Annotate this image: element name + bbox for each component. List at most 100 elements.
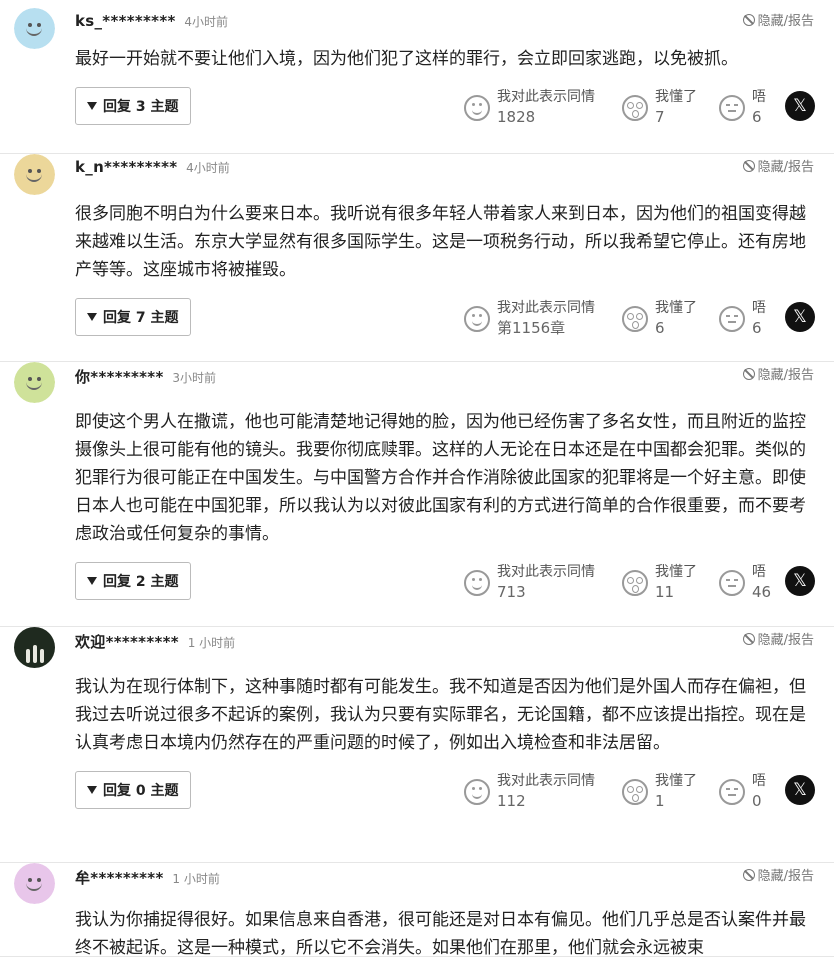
smile-icon [464, 570, 490, 596]
thinking-icon [719, 779, 745, 805]
hide-report-label: 隐藏/报告 [757, 160, 814, 175]
sympathy-reaction[interactable]: 我对此表示同情 713 [464, 562, 595, 602]
comment-header: k_n********* 4小时前 [75, 158, 230, 176]
username[interactable]: 牟********* [75, 869, 164, 887]
comment-actions: 回复 7 主题 我对此表示同情 第1156章 我懂了 6 唔6 𝕏 [0, 298, 834, 346]
surprised-icon [622, 95, 648, 121]
sympathy-reaction[interactable]: 我对此表示同情 112 [464, 771, 595, 811]
x-share-icon[interactable]: 𝕏 [785, 91, 815, 121]
timestamp: 1 小时前 [172, 872, 220, 886]
sympathy-reaction[interactable]: 我对此表示同情 第1156章 [464, 298, 595, 338]
sympathy-label: 我对此表示同情 [497, 773, 595, 789]
reply-label: 回复 3 主题 [103, 99, 179, 115]
understand-label: 我懂了 [655, 300, 697, 316]
understand-reaction[interactable]: 我懂了 11 [622, 562, 697, 602]
reply-label: 回复 0 主题 [103, 783, 179, 799]
sympathy-count: 第1156章 [497, 319, 566, 337]
surprised-icon [622, 779, 648, 805]
caret-down-icon [87, 577, 97, 585]
reply-thread-button[interactable]: 回复 0 主题 [75, 771, 191, 809]
hide-report-link[interactable]: 隐藏/报告 [742, 865, 814, 884]
comment-item: ks_********* 4小时前 隐藏/报告 最好一开始就不要让他们入境，因为… [0, 0, 834, 154]
understand-label: 我懂了 [655, 564, 697, 580]
surprised-icon [622, 570, 648, 596]
hmm-reaction[interactable]: 唔0 [719, 771, 766, 811]
username[interactable]: k_n********* [75, 158, 177, 176]
understand-reaction[interactable]: 我懂了 7 [622, 87, 697, 127]
hide-report-label: 隐藏/报告 [757, 368, 814, 383]
understand-reaction[interactable]: 我懂了 6 [622, 298, 697, 338]
hide-report-label: 隐藏/报告 [757, 633, 814, 648]
understand-count: 7 [655, 108, 665, 126]
comment-actions: 回复 0 主题 我对此表示同情 112 我懂了 1 唔0 𝕏 [0, 771, 834, 819]
comment-header: 你********* 3小时前 [75, 366, 216, 387]
avatar[interactable] [14, 863, 55, 904]
comment-item: 欢迎********* 1 小时前 隐藏/报告 我认为在现行体制下，这种事随时都… [0, 619, 834, 863]
understand-label: 我懂了 [655, 773, 697, 789]
thinking-icon [719, 95, 745, 121]
timestamp: 3小时前 [172, 371, 217, 385]
comment-header: ks_********* 4小时前 [75, 12, 228, 30]
hmm-count: 6 [752, 108, 762, 126]
x-share-icon[interactable]: 𝕏 [785, 775, 815, 805]
timestamp: 4小时前 [184, 15, 229, 29]
hmm-label: 唔 [752, 564, 766, 580]
hmm-label: 唔 [752, 773, 766, 789]
sympathy-count: 112 [497, 792, 526, 810]
sympathy-reaction[interactable]: 我对此表示同情 1828 [464, 87, 595, 127]
sympathy-count: 713 [497, 583, 526, 601]
smile-icon [464, 779, 490, 805]
hide-report-link[interactable]: 隐藏/报告 [742, 10, 814, 29]
understand-reaction[interactable]: 我懂了 1 [622, 771, 697, 811]
block-icon [742, 13, 755, 26]
hmm-label: 唔 [752, 89, 766, 105]
hide-report-link[interactable]: 隐藏/报告 [742, 364, 814, 383]
hide-report-link[interactable]: 隐藏/报告 [742, 629, 814, 648]
caret-down-icon [87, 102, 97, 110]
understand-count: 6 [655, 319, 665, 337]
caret-down-icon [87, 313, 97, 321]
x-share-icon[interactable]: 𝕏 [785, 302, 815, 332]
smile-icon [464, 95, 490, 121]
comment-item: k_n********* 4小时前 隐藏/报告 很多同胞不明白为什么要来日本。我… [0, 146, 834, 362]
comment-text: 最好一开始就不要让他们入境，因为他们犯了这样的罪行，会立即回家逃跑，以免被抓。 [75, 49, 738, 69]
reply-label: 回复 2 主题 [103, 574, 179, 590]
hmm-count: 6 [752, 319, 762, 337]
thinking-icon [719, 306, 745, 332]
hmm-reaction[interactable]: 唔6 [719, 87, 766, 127]
hide-report-link[interactable]: 隐藏/报告 [742, 156, 814, 175]
understand-count: 11 [655, 583, 675, 601]
timestamp: 1 小时前 [187, 636, 236, 650]
block-icon [742, 367, 755, 380]
hmm-count: 46 [752, 583, 772, 601]
sympathy-label: 我对此表示同情 [497, 564, 595, 580]
hmm-reaction[interactable]: 唔 46 [719, 562, 771, 602]
surprised-icon [622, 306, 648, 332]
x-share-icon[interactable]: 𝕏 [785, 566, 815, 596]
username[interactable]: 欢迎********* [75, 633, 179, 651]
understand-label: 我懂了 [655, 89, 697, 105]
block-icon [742, 868, 755, 881]
reply-thread-button[interactable]: 回复 7 主题 [75, 298, 191, 336]
comment-header: 欢迎********* 1 小时前 [75, 631, 235, 652]
hide-report-label: 隐藏/报告 [757, 869, 814, 884]
hmm-reaction[interactable]: 唔6 [719, 298, 766, 338]
block-icon [742, 159, 755, 172]
reply-thread-button[interactable]: 回复 3 主题 [75, 87, 191, 125]
caret-down-icon [87, 786, 97, 794]
avatar[interactable] [14, 627, 55, 668]
reply-label: 回复 7 主题 [103, 310, 179, 326]
avatar[interactable] [14, 362, 55, 403]
comment-item: 你********* 3小时前 隐藏/报告 即使这个男人在撒谎，他也可能清楚地记… [0, 354, 834, 627]
thinking-icon [719, 570, 745, 596]
username[interactable]: 你********* [75, 368, 164, 386]
avatar[interactable] [14, 8, 55, 49]
hide-report-label: 隐藏/报告 [757, 14, 814, 29]
avatar[interactable] [14, 154, 55, 195]
hmm-label: 唔 [752, 300, 766, 316]
comment-item: 牟********* 1 小时前 隐藏/报告 我认为你捕捉得很好。如果信息来自香… [0, 855, 834, 958]
reply-thread-button[interactable]: 回复 2 主题 [75, 562, 191, 600]
sympathy-count: 1828 [497, 108, 536, 126]
sympathy-label: 我对此表示同情 [497, 89, 595, 105]
username[interactable]: ks_********* [75, 12, 176, 30]
